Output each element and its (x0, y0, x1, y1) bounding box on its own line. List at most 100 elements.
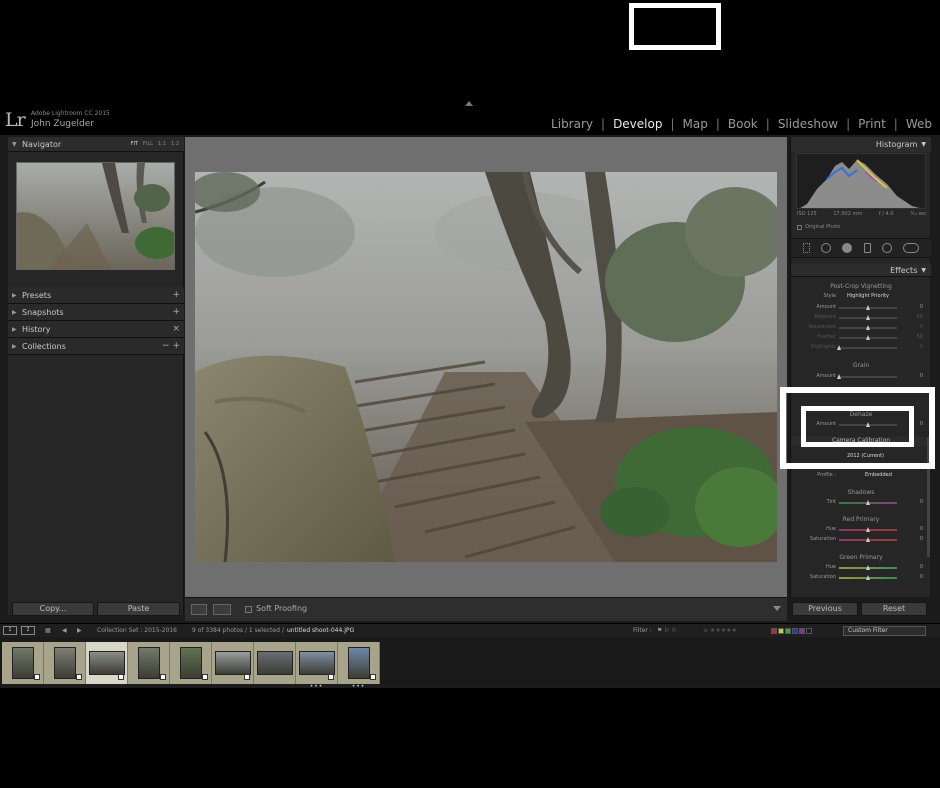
module-map[interactable]: Map (675, 117, 716, 131)
slider-value[interactable]: 0 (920, 564, 923, 570)
main-monitor-button[interactable]: 1 (3, 626, 17, 635)
slider-handle[interactable] (866, 325, 870, 330)
slider-track[interactable] (839, 305, 897, 310)
loupe-view-button[interactable] (191, 604, 207, 615)
toolbar-menu-icon[interactable] (773, 606, 781, 611)
previous-button[interactable]: Previous (792, 602, 858, 616)
slider-track[interactable] (837, 374, 897, 379)
slider-value[interactable]: 0 (920, 324, 923, 330)
filmstrip-thumbnail[interactable] (86, 642, 128, 684)
module-develop[interactable]: Develop (605, 117, 670, 131)
slider-value[interactable]: 0 (920, 373, 923, 379)
slider-value[interactable]: 0 (920, 304, 923, 310)
module-slideshow[interactable]: Slideshow (770, 117, 846, 131)
flag-filter-icons[interactable]: ⚑ ⚐ ⚐ (657, 627, 677, 634)
filmstrip-thumbnail[interactable]: ••• (296, 642, 338, 690)
slider-value[interactable]: 0 (920, 526, 923, 532)
filmstrip-thumbnail[interactable] (2, 642, 44, 684)
slider-value[interactable]: 50 (917, 334, 923, 340)
filmstrip-thumbnail[interactable] (128, 642, 170, 684)
filmstrip-thumbnail[interactable] (254, 642, 296, 684)
slider-handle[interactable] (866, 335, 870, 340)
reset-button[interactable]: Reset (861, 602, 927, 616)
slider-value[interactable]: 0 (920, 536, 923, 542)
slider-value[interactable]: 0 (920, 574, 923, 580)
soft-proofing-checkbox[interactable] (245, 606, 252, 613)
grid-view-icon[interactable]: ▦ (45, 627, 51, 634)
slider-track[interactable] (839, 500, 897, 505)
second-monitor-button[interactable]: 2 (21, 626, 35, 635)
slider-handle[interactable] (837, 345, 841, 350)
copy-settings-button[interactable]: Copy... (12, 602, 94, 616)
slider-track[interactable] (839, 325, 897, 330)
green-primary-title: Green Primary (839, 554, 883, 561)
original-photo-checkbox[interactable] (797, 224, 802, 230)
module-library[interactable]: Library (543, 117, 601, 131)
top-panel-toggle-icon[interactable] (465, 101, 473, 106)
graduated-filter-tool-icon[interactable] (863, 243, 871, 253)
collection-source[interactable]: Collection Set : 2015-2016 (97, 627, 177, 634)
profile-value[interactable]: Embedded (865, 472, 892, 478)
radial-filter-tool-icon[interactable] (881, 243, 892, 253)
slider-track[interactable] (839, 335, 897, 340)
collections-panel-header[interactable]: ▶ Collections − + (8, 338, 184, 355)
module-book[interactable]: Book (720, 117, 766, 131)
selected-filename[interactable]: untitled shoot-044.JPG (287, 627, 354, 634)
adjustment-brush-tool-icon[interactable] (903, 243, 920, 253)
slider-handle[interactable] (866, 575, 870, 580)
original-photo-toggle[interactable]: Original Photo (797, 224, 840, 230)
expand-triangle-icon: ▶ (12, 308, 17, 316)
paste-settings-button[interactable]: Paste (97, 602, 180, 616)
filmstrip-thumbnail[interactable] (212, 642, 254, 684)
snapshots-label: Snapshots (22, 307, 64, 317)
slider-value[interactable]: 50 (917, 314, 923, 320)
slider-handle[interactable] (866, 315, 870, 320)
slider-track[interactable] (839, 575, 897, 580)
slider-handle[interactable] (837, 374, 841, 379)
spot-removal-tool-icon[interactable] (820, 243, 831, 253)
forward-arrow-icon[interactable]: ▶ (77, 627, 82, 634)
snapshots-panel-header[interactable]: ▶ Snapshots + (8, 304, 184, 321)
filmstrip-thumbnail[interactable] (170, 642, 212, 684)
presets-panel-header[interactable]: ▶ Presets + (8, 287, 184, 304)
slider-handle[interactable] (866, 537, 870, 542)
slider-value[interactable]: 0 (920, 344, 923, 350)
slider-track[interactable] (839, 565, 897, 570)
filmstrip-thumbnail[interactable]: ••• (338, 642, 380, 690)
style-value[interactable]: Highlight Priority (847, 293, 889, 299)
zoom-fit[interactable]: FIT (131, 141, 138, 147)
back-arrow-icon[interactable]: ◀ (62, 627, 67, 634)
slider-value[interactable]: 0 (920, 499, 923, 505)
slider-handle[interactable] (866, 305, 870, 310)
slider-track[interactable] (839, 315, 897, 320)
slider-handle[interactable] (866, 500, 870, 505)
color-label-filter[interactable] (770, 627, 812, 634)
slider-track[interactable] (837, 345, 897, 350)
crop-tool-icon[interactable] (802, 243, 810, 253)
red-eye-tool-icon[interactable] (842, 243, 853, 253)
collections-add-remove-buttons[interactable]: − + (162, 341, 180, 351)
add-preset-button[interactable]: + (172, 290, 180, 300)
slider-handle[interactable] (866, 527, 870, 532)
filter-preset-select[interactable]: Custom Filter (843, 626, 926, 636)
zoom-fill[interactable]: FILL (143, 141, 153, 147)
add-snapshot-button[interactable]: + (172, 307, 180, 317)
slider-track[interactable] (839, 527, 897, 532)
clear-history-button[interactable]: × (172, 324, 180, 334)
identity-plate[interactable]: John Zugelder (31, 119, 94, 129)
module-web[interactable]: Web (898, 117, 940, 131)
before-after-button[interactable] (213, 604, 231, 615)
histogram-graph[interactable] (796, 153, 926, 209)
slider-handle[interactable] (866, 565, 870, 570)
histogram-header[interactable]: Histogram ▼ (791, 137, 931, 152)
main-photo[interactable] (195, 172, 777, 562)
rating-filter-stars[interactable]: ≥ ★★★★★ (703, 627, 737, 634)
zoom-1-2[interactable]: 1:2 (171, 141, 179, 147)
zoom-1-1[interactable]: 1:1 (158, 141, 166, 147)
history-panel-header[interactable]: ▶ History × (8, 321, 184, 338)
slider-track[interactable] (839, 537, 897, 542)
effects-panel-header[interactable]: Effects ▼ (791, 264, 931, 277)
module-print[interactable]: Print (850, 117, 894, 131)
navigator-preview[interactable] (16, 162, 175, 270)
filmstrip-thumbnail[interactable] (44, 642, 86, 684)
